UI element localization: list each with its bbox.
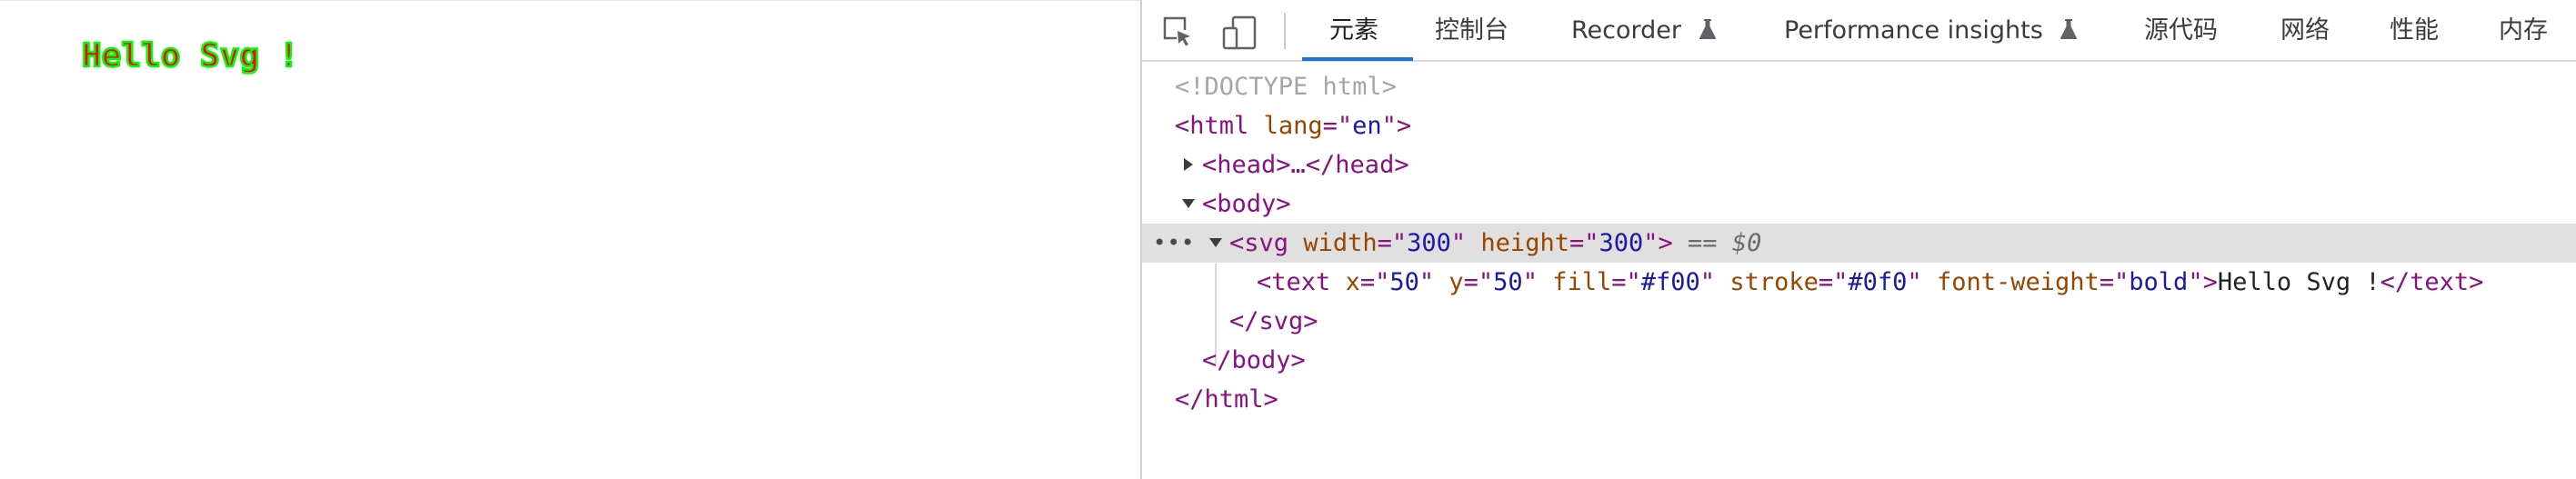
device-toggle-icon[interactable] — [1222, 15, 1257, 50]
doctype-text: <!DOCTYPE html> — [1175, 73, 1397, 101]
selected-node-marker: == $0 — [1688, 229, 1762, 257]
tab-network[interactable]: 网络 — [2280, 0, 2330, 62]
toolbar-separator — [1284, 13, 1286, 49]
text-element-line: <text x="50" y="50" fill="#f00" stroke="… — [1257, 268, 2484, 296]
expand-arrow-icon[interactable] — [1180, 145, 1198, 185]
collapse-arrow-icon[interactable] — [1180, 185, 1198, 224]
head-collapsed-tag: <head>…</head> — [1202, 151, 1409, 179]
tab-sources[interactable]: 源代码 — [2144, 0, 2218, 62]
body-open-tag: <body> — [1202, 190, 1291, 218]
tab-console[interactable]: 控制台 — [1435, 0, 1509, 62]
active-tab-underline — [1302, 57, 1413, 61]
collapse-arrow-icon[interactable] — [1208, 224, 1226, 263]
svg-hello-text: Hello Svg ! — [82, 37, 298, 75]
tab-elements[interactable]: 元素 — [1329, 0, 1378, 62]
experiment-flask-icon — [1699, 19, 1716, 39]
dom-row-html-close[interactable]: </html> — [1142, 380, 2576, 419]
html-open-tag: <html lang="en"> — [1175, 112, 1412, 140]
page-viewport: Hello Svg ! — [0, 0, 1140, 479]
tab-recorder-label: Recorder — [1571, 16, 1681, 45]
svg-close-tag: </svg> — [1229, 307, 1318, 335]
tab-performance-insights-label: Performance insights — [1784, 16, 2043, 45]
dom-row-svg-selected[interactable]: ••• <svg width="300" height="300"> == $0 — [1142, 224, 2576, 263]
dom-row-doctype[interactable]: <!DOCTYPE html> — [1142, 67, 2576, 106]
dom-row-body[interactable]: <body> — [1142, 185, 2576, 224]
rendered-svg: Hello Svg ! — [81, 36, 300, 76]
dom-row-svg-close[interactable]: </svg> — [1142, 302, 2576, 341]
tab-performance[interactable]: 性能 — [2390, 0, 2439, 62]
dom-row-body-close[interactable]: </body> — [1142, 341, 2576, 380]
dom-row-text[interactable]: <text x="50" y="50" fill="#f00" stroke="… — [1142, 263, 2576, 302]
more-actions-icon[interactable]: ••• — [1153, 224, 1195, 263]
devtools-toolbar: 元素 控制台 Recorder Performance insights 源代码… — [1142, 0, 2576, 62]
cursor-select-icon[interactable] — [1162, 15, 1195, 48]
tab-performance-insights[interactable]: Performance insights — [1784, 0, 2078, 62]
dom-row-html[interactable]: <html lang="en"> — [1142, 106, 2576, 145]
tab-recorder[interactable]: Recorder — [1571, 0, 1717, 62]
experiment-flask-icon — [2060, 19, 2078, 39]
devtools-panel: 元素 控制台 Recorder Performance insights 源代码… — [1140, 0, 2576, 479]
html-close-tag: </html> — [1175, 385, 1278, 414]
svg-open-tag: <svg width="300" height="300"> == $0 — [1229, 229, 1762, 257]
dom-row-head[interactable]: <head>…</head> — [1142, 145, 2576, 185]
body-close-tag: </body> — [1202, 346, 1306, 374]
tab-memory[interactable]: 内存 — [2499, 0, 2548, 62]
